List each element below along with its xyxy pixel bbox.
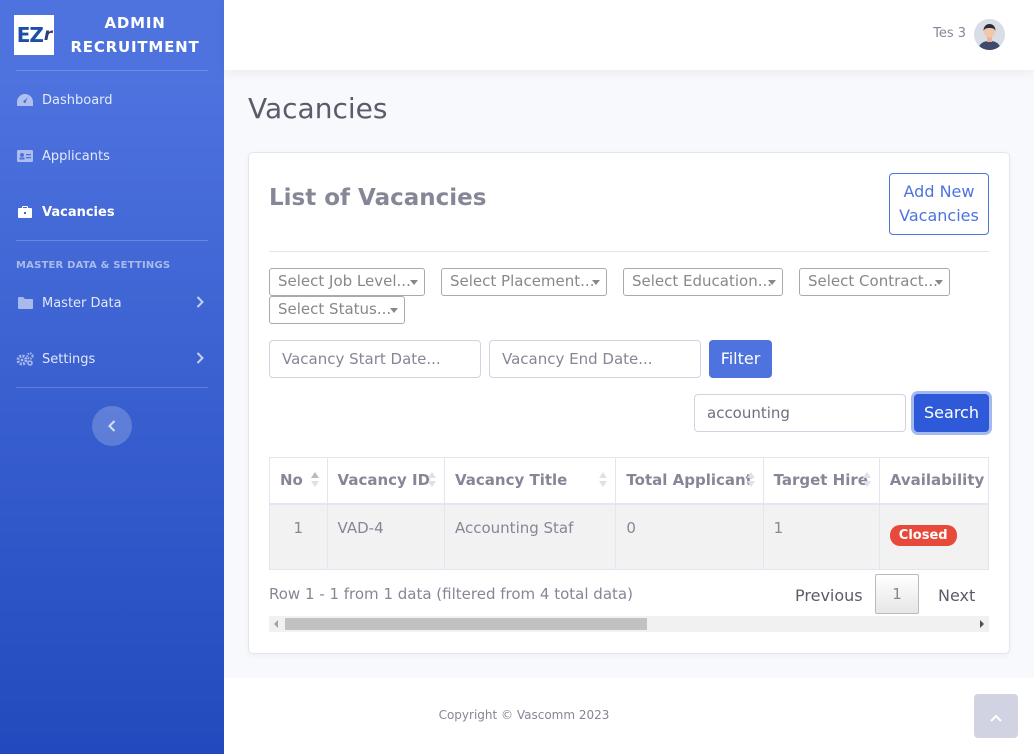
user-name[interactable]: Tes 3 bbox=[933, 26, 966, 41]
id-card-icon bbox=[16, 149, 34, 163]
caret-down-icon bbox=[768, 280, 776, 285]
vacancy-end-date-input[interactable]: Vacancy End Date... bbox=[489, 340, 701, 378]
table-row: 1 VAD-4 Accounting Staf 0 1 Closed bbox=[269, 503, 989, 570]
add-new-vacancy-button[interactable]: Add New Vacancies bbox=[889, 173, 989, 235]
sort-icon bbox=[599, 472, 608, 488]
column-header-target-hire[interactable]: Target Hire bbox=[762, 457, 880, 505]
folder-icon bbox=[16, 296, 34, 310]
sidebar-heading: MASTER DATA & SETTINGS bbox=[16, 260, 171, 271]
horizontal-scrollbar[interactable] bbox=[269, 616, 989, 632]
search-input[interactable]: accounting bbox=[694, 394, 906, 432]
pagination-page-1[interactable]: 1 bbox=[875, 574, 919, 614]
sidebar-toggle-button[interactable] bbox=[92, 406, 132, 446]
cell-no: 1 bbox=[269, 503, 328, 570]
cell-vacancy-id: VAD-4 bbox=[326, 503, 446, 570]
column-header-vacancy-id[interactable]: Vacancy ID bbox=[326, 457, 446, 505]
cell-vacancy-title: Accounting Staf bbox=[443, 503, 617, 570]
pagination-previous[interactable]: Previous bbox=[795, 586, 863, 605]
tachometer-icon bbox=[16, 93, 34, 107]
pagination-next[interactable]: Next bbox=[938, 586, 975, 605]
sidebar-item-applicants[interactable]: Applicants bbox=[0, 128, 224, 184]
briefcase-icon bbox=[16, 205, 34, 219]
page-title: Vacancies bbox=[248, 92, 388, 125]
scroll-to-top-button[interactable] bbox=[974, 694, 1018, 738]
sidebar-item-vacancies[interactable]: Vacancies bbox=[0, 184, 224, 240]
sort-icon bbox=[862, 472, 871, 488]
brand-title-line2: RECRUITMENT bbox=[70, 38, 200, 56]
column-header-label: Target Hire bbox=[773, 471, 868, 490]
topbar: Tes 3 bbox=[224, 0, 1034, 70]
sort-icon bbox=[428, 472, 436, 488]
sidebar-divider bbox=[16, 70, 208, 71]
status-select[interactable]: Select Status... bbox=[269, 296, 405, 324]
column-header-label: No bbox=[280, 471, 303, 490]
sort-icon bbox=[310, 472, 319, 488]
sort-icon bbox=[746, 472, 755, 488]
cell-total-applicant: 0 bbox=[615, 503, 764, 570]
status-select-value: Select Status... bbox=[278, 300, 392, 318]
sidebar-divider bbox=[16, 387, 208, 388]
sidebar-item-master-data[interactable]: Master Data bbox=[0, 275, 224, 331]
sidebar-item-label: Applicants bbox=[42, 148, 110, 164]
footer: Copyright © Vascomm 2023 bbox=[224, 678, 1034, 754]
column-header-label: Vacancy Title bbox=[455, 471, 568, 490]
brand-title: ADMIN RECRUITMENT bbox=[54, 11, 224, 59]
card-divider bbox=[269, 251, 989, 252]
status-badge: Closed bbox=[889, 524, 957, 546]
column-header-availability[interactable]: Availability bbox=[878, 457, 989, 505]
sidebar-item-settings[interactable]: Settings bbox=[0, 331, 224, 387]
search-button[interactable]: Search bbox=[914, 394, 989, 432]
table-info: Row 1 - 1 from 1 data (filtered from 4 t… bbox=[269, 585, 633, 603]
job-level-select-value: Select Job Level... bbox=[278, 272, 411, 290]
caret-down-icon bbox=[592, 280, 600, 285]
chevron-right-icon bbox=[196, 296, 204, 312]
filter-button[interactable]: Filter bbox=[709, 340, 772, 378]
column-header-total-applicant[interactable]: Total Applicant bbox=[615, 457, 764, 505]
card-title: List of Vacancies bbox=[269, 185, 487, 211]
education-select-value: Select Education... bbox=[632, 272, 773, 290]
vacancies-card: List of Vacancies Add New Vacancies Sele… bbox=[248, 152, 1010, 654]
placement-select-value: Select Placement... bbox=[450, 272, 595, 290]
copyright-text: Copyright © Vascomm 2023 bbox=[438, 708, 610, 722]
chevron-right-icon bbox=[196, 352, 204, 368]
education-select[interactable]: Select Education... bbox=[623, 268, 783, 296]
contract-select[interactable]: Select Contract... bbox=[799, 268, 950, 296]
caret-down-icon bbox=[410, 280, 418, 285]
sidebar: EZ r ADMIN RECRUITMENT Dashboard Applican… bbox=[0, 0, 224, 754]
vacancies-table-wrapper: No Vacancy ID Vacancy Title Total Applic… bbox=[269, 457, 989, 570]
column-header-label: Total Applicant bbox=[626, 471, 753, 490]
cogs-icon bbox=[16, 352, 34, 366]
caret-down-icon bbox=[935, 280, 943, 285]
column-header-no[interactable]: No bbox=[269, 457, 328, 505]
chevron-up-icon bbox=[990, 707, 1002, 726]
vacancies-table: No Vacancy ID Vacancy Title Total Applic… bbox=[269, 457, 989, 570]
column-header-vacancy-title[interactable]: Vacancy Title bbox=[443, 457, 617, 505]
contract-select-value: Select Contract... bbox=[808, 272, 938, 290]
avatar[interactable] bbox=[974, 19, 1005, 50]
brand-title-line1: ADMIN bbox=[104, 14, 166, 32]
sidebar-item-label: Master Data bbox=[42, 295, 122, 311]
scroll-right-arrow-icon[interactable] bbox=[980, 620, 984, 628]
cell-target-hire: 1 bbox=[762, 503, 880, 570]
placement-select[interactable]: Select Placement... bbox=[441, 268, 607, 296]
scrollbar-thumb[interactable] bbox=[285, 618, 647, 630]
column-header-label: Availability bbox=[889, 471, 985, 490]
sidebar-item-label: Settings bbox=[42, 351, 96, 367]
table-header-row: No Vacancy ID Vacancy Title Total Applic… bbox=[269, 457, 989, 505]
column-header-label: Vacancy ID bbox=[337, 471, 431, 490]
scroll-left-arrow-icon[interactable] bbox=[274, 620, 278, 628]
caret-down-icon bbox=[390, 308, 398, 313]
chevron-left-icon bbox=[108, 417, 116, 436]
brand[interactable]: EZ r ADMIN RECRUITMENT bbox=[0, 0, 224, 70]
vacancy-start-date-input[interactable]: Vacancy Start Date... bbox=[269, 340, 481, 378]
cell-availability: Closed bbox=[878, 503, 989, 570]
sidebar-item-dashboard[interactable]: Dashboard bbox=[0, 72, 224, 128]
brand-logo: EZ r bbox=[14, 15, 54, 55]
sidebar-item-label: Dashboard bbox=[42, 92, 113, 108]
job-level-select[interactable]: Select Job Level... bbox=[269, 268, 425, 296]
sidebar-item-label: Vacancies bbox=[42, 204, 115, 220]
